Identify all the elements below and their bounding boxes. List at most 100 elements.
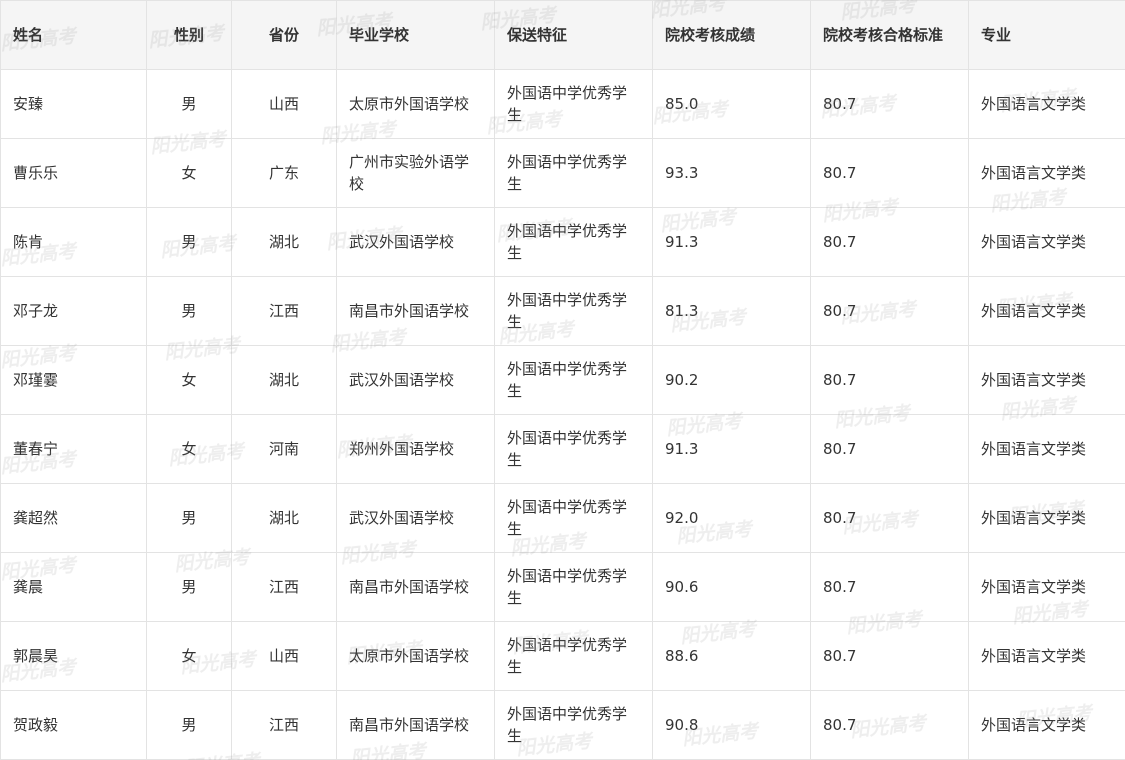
cell-standard: 80.7 [810, 414, 969, 484]
cell-school: 武汉外国语学校 [336, 207, 495, 277]
cell-gender: 男 [146, 552, 232, 622]
table-row: 安臻男山西 太原市外国语学校 外国语中学优秀学生 85.0 80.7 外国语言文学类 [0, 69, 1125, 139]
cell-province: 山西 [231, 69, 337, 139]
cell-school: 武汉外国语学校 [336, 483, 495, 553]
cell-major: 外国语言文学类 [968, 414, 1125, 484]
cell-name: 曹乐乐 [0, 138, 147, 208]
cell-major: 外国语言文学类 [968, 690, 1125, 760]
cell-standard: 80.7 [810, 138, 969, 208]
cell-gender: 女 [146, 414, 232, 484]
cell-feature: 外国语中学优秀学生 [494, 138, 653, 208]
cell-feature: 外国语中学优秀学生 [494, 483, 653, 553]
cell-name: 邓子龙 [0, 276, 147, 346]
cell-school: 武汉外国语学校 [336, 345, 495, 415]
cell-gender: 男 [146, 483, 232, 553]
header-school: 毕业学校 [336, 0, 495, 70]
cell-province: 山西 [231, 621, 337, 691]
header-gender: 性别 [146, 0, 232, 70]
cell-province: 江西 [231, 690, 337, 760]
table-body: 安臻男山西 太原市外国语学校 外国语中学优秀学生 85.0 80.7 外国语言文学类 曹乐乐… [0, 69, 1125, 760]
cell-major: 外国语言文学类 [968, 483, 1125, 553]
header-feature: 保送特征 [494, 0, 653, 70]
cell-name: 邓瑾霎 [0, 345, 147, 415]
cell-feature: 外国语中学优秀学生 [494, 621, 653, 691]
cell-score: 90.6 [652, 552, 811, 622]
table-row: 陈肯男湖北 武汉外国语学校 外国语中学优秀学生 91.3 80.7 外国语言文学类 [0, 207, 1125, 277]
cell-school: 郑州外国语学校 [336, 414, 495, 484]
cell-major: 外国语言文学类 [968, 69, 1125, 139]
admission-table-container: 姓名 性别 省份 毕业学校 保送特征 院校考核成绩 院校考核合格标准 专业 安臻… [0, 0, 1125, 760]
cell-major: 外国语言文学类 [968, 207, 1125, 277]
table-row: 郭晨昊女山西 太原市外国语学校 外国语中学优秀学生 88.6 80.7 外国语言文学类 [0, 621, 1125, 691]
cell-name: 龚超然 [0, 483, 147, 553]
cell-score: 90.8 [652, 690, 811, 760]
cell-major: 外国语言文学类 [968, 276, 1125, 346]
table-row: 贺政毅男江西 南昌市外国语学校 外国语中学优秀学生 90.8 80.7 外国语言文学类 [0, 690, 1125, 760]
cell-feature: 外国语中学优秀学生 [494, 345, 653, 415]
cell-name: 陈肯 [0, 207, 147, 277]
cell-standard: 80.7 [810, 483, 969, 553]
cell-name: 龚晨 [0, 552, 147, 622]
cell-gender: 男 [146, 690, 232, 760]
cell-name: 郭晨昊 [0, 621, 147, 691]
cell-score: 93.3 [652, 138, 811, 208]
cell-name: 贺政毅 [0, 690, 147, 760]
table-row: 邓瑾霎女湖北 武汉外国语学校 外国语中学优秀学生 90.2 80.7 外国语言文学类 [0, 345, 1125, 415]
cell-score: 91.3 [652, 414, 811, 484]
cell-standard: 80.7 [810, 621, 969, 691]
cell-standard: 80.7 [810, 552, 969, 622]
cell-province: 广东 [231, 138, 337, 208]
cell-score: 90.2 [652, 345, 811, 415]
table-row: 董春宁女河南 郑州外国语学校 外国语中学优秀学生 91.3 80.7 外国语言文学类 [0, 414, 1125, 484]
cell-major: 外国语言文学类 [968, 552, 1125, 622]
cell-standard: 80.7 [810, 690, 969, 760]
cell-gender: 男 [146, 69, 232, 139]
cell-feature: 外国语中学优秀学生 [494, 552, 653, 622]
cell-province: 湖北 [231, 207, 337, 277]
cell-name: 安臻 [0, 69, 147, 139]
cell-feature: 外国语中学优秀学生 [494, 414, 653, 484]
cell-province: 湖北 [231, 483, 337, 553]
cell-school: 南昌市外国语学校 [336, 690, 495, 760]
cell-score: 92.0 [652, 483, 811, 553]
cell-gender: 女 [146, 621, 232, 691]
table-row: 曹乐乐女广东 广州市实验外语学校 外国语中学优秀学生 93.3 80.7 外国语言文学类 [0, 138, 1125, 208]
cell-school: 太原市外国语学校 [336, 69, 495, 139]
cell-feature: 外国语中学优秀学生 [494, 207, 653, 277]
cell-feature: 外国语中学优秀学生 [494, 690, 653, 760]
header-score: 院校考核成绩 [652, 0, 811, 70]
cell-gender: 女 [146, 345, 232, 415]
cell-major: 外国语言文学类 [968, 621, 1125, 691]
header-major: 专业 [968, 0, 1125, 70]
cell-score: 85.0 [652, 69, 811, 139]
cell-standard: 80.7 [810, 207, 969, 277]
cell-feature: 外国语中学优秀学生 [494, 69, 653, 139]
cell-score: 81.3 [652, 276, 811, 346]
cell-province: 湖北 [231, 345, 337, 415]
admission-table: 姓名 性别 省份 毕业学校 保送特征 院校考核成绩 院校考核合格标准 专业 安臻… [0, 0, 1125, 760]
cell-province: 河南 [231, 414, 337, 484]
cell-province: 江西 [231, 276, 337, 346]
cell-standard: 80.7 [810, 345, 969, 415]
cell-school: 广州市实验外语学校 [336, 138, 495, 208]
cell-major: 外国语言文学类 [968, 345, 1125, 415]
cell-major: 外国语言文学类 [968, 138, 1125, 208]
cell-province: 江西 [231, 552, 337, 622]
cell-standard: 80.7 [810, 69, 969, 139]
cell-name: 董春宁 [0, 414, 147, 484]
table-header-row: 姓名 性别 省份 毕业学校 保送特征 院校考核成绩 院校考核合格标准 专业 [0, 0, 1125, 70]
cell-standard: 80.7 [810, 276, 969, 346]
table-row: 邓子龙男江西 南昌市外国语学校 外国语中学优秀学生 81.3 80.7 外国语言文学类 [0, 276, 1125, 346]
cell-school: 南昌市外国语学校 [336, 276, 495, 346]
cell-school: 南昌市外国语学校 [336, 552, 495, 622]
cell-gender: 男 [146, 207, 232, 277]
cell-gender: 女 [146, 138, 232, 208]
header-name: 姓名 [0, 0, 147, 70]
cell-feature: 外国语中学优秀学生 [494, 276, 653, 346]
table-row: 龚超然男湖北 武汉外国语学校 外国语中学优秀学生 92.0 80.7 外国语言文学类 [0, 483, 1125, 553]
cell-score: 88.6 [652, 621, 811, 691]
header-standard: 院校考核合格标准 [810, 0, 969, 70]
cell-school: 太原市外国语学校 [336, 621, 495, 691]
cell-gender: 男 [146, 276, 232, 346]
header-province: 省份 [231, 0, 337, 70]
